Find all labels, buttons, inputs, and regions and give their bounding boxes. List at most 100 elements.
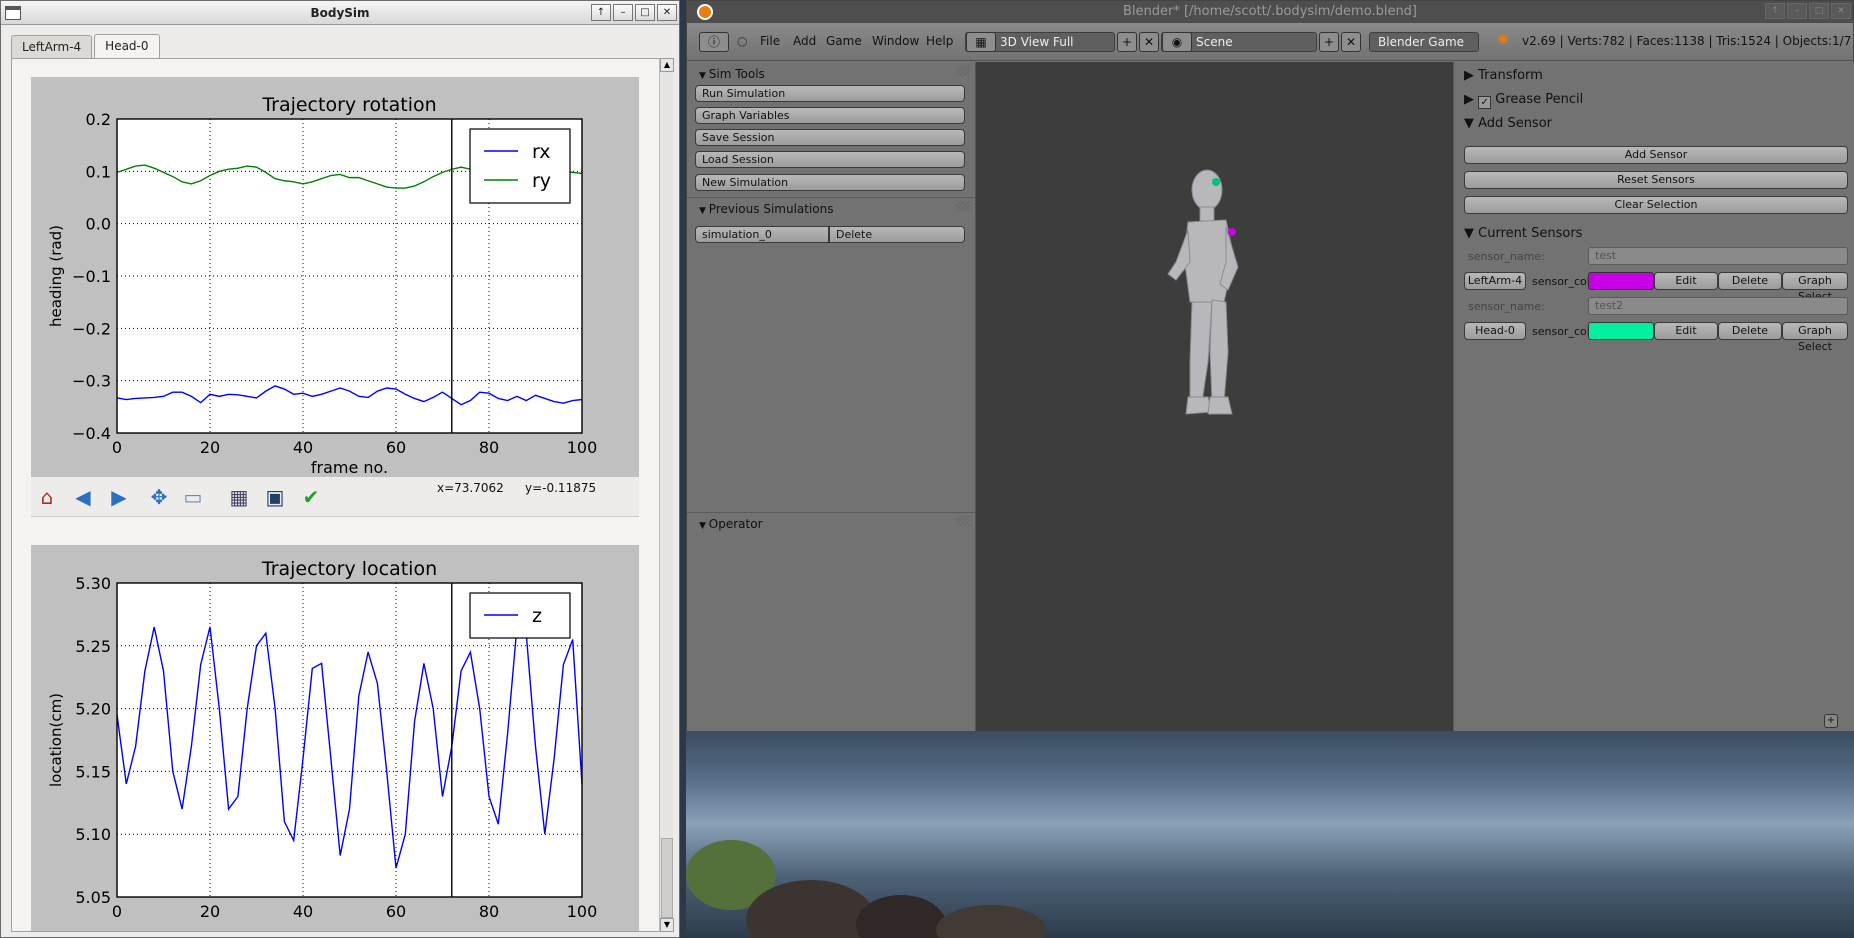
minimize-icon[interactable]: –	[613, 4, 633, 21]
save-icon[interactable]: ▣	[263, 485, 287, 509]
arm-sensor-marker[interactable]	[1228, 228, 1236, 236]
new-simulation-button[interactable]: New Simulation	[695, 174, 965, 191]
zoom-icon[interactable]: ▭	[181, 485, 205, 509]
transform-header[interactable]: ▶ Transform	[1464, 66, 1543, 86]
scene-stats: v2.69 | Verts:782 | Faces:1138 | Tris:15…	[1522, 34, 1852, 48]
human-model[interactable]	[976, 62, 1453, 731]
blender-close-icon[interactable]: ✕	[1831, 3, 1851, 19]
add-sensor-header[interactable]: ▼ Add Sensor	[1464, 114, 1552, 134]
x-tick-label: 80	[479, 438, 499, 457]
delete-simulation-button[interactable]: Delete	[829, 226, 965, 243]
panel-grip-icon[interactable]	[956, 201, 970, 211]
sensor-col-label: sensor_col	[1532, 325, 1590, 338]
legend-label-z: z	[532, 605, 542, 627]
sensor-delete-button[interactable]: Delete	[1718, 322, 1782, 340]
maximize-icon[interactable]: □	[635, 4, 655, 21]
3d-viewport[interactable]	[976, 62, 1453, 731]
blender-window: Blender* [/home/scott/.bodysim/demo.blen…	[686, 0, 1854, 731]
scene-icon[interactable]: ◉	[1162, 32, 1192, 52]
sensor-edit-button[interactable]: Edit	[1654, 322, 1718, 340]
clear-selection-button[interactable]: Clear Selection	[1464, 196, 1848, 214]
remove-layout-icon[interactable]: ✕	[1139, 32, 1159, 52]
sensor-edit-button[interactable]: Edit	[1654, 272, 1718, 290]
menu-add[interactable]: Add	[793, 34, 816, 48]
sensor-name-label: sensor_name:	[1468, 250, 1545, 263]
add-scene-icon[interactable]: +	[1319, 32, 1339, 52]
x-tick-label: 0	[112, 902, 122, 921]
simulation-0-button[interactable]: simulation_0	[695, 226, 829, 243]
chart-title: Trajectory rotation	[261, 94, 436, 116]
panel-add-icon[interactable]: +	[1824, 714, 1838, 728]
engine-select[interactable]: Blender Game	[1369, 32, 1479, 52]
panel-grip-icon[interactable]	[956, 66, 970, 76]
operator-header[interactable]: Operator	[687, 514, 976, 534]
graph-variables-button[interactable]: Graph Variables	[695, 107, 965, 124]
grease-pencil-header[interactable]: ▶ ✓ Grease Pencil	[1464, 90, 1583, 110]
menu-window[interactable]: Window	[872, 34, 919, 48]
x-coord-readout: x=73.7062	[437, 481, 504, 495]
sensor-name-field[interactable]: test	[1588, 247, 1848, 265]
screen-layout-icon[interactable]: ▦	[966, 32, 996, 52]
current-sensors-header[interactable]: ▼ Current Sensors	[1464, 224, 1582, 244]
load-session-button[interactable]: Load Session	[695, 151, 965, 168]
pan-icon[interactable]: ✥	[147, 485, 171, 509]
menu-game[interactable]: Game	[826, 34, 862, 48]
properties-panel: ▶ Transform ▶ ✓ Grease Pencil ▼ Add Sens…	[1453, 62, 1854, 731]
panel-grip-icon[interactable]	[956, 516, 970, 526]
x-tick-label: 0	[112, 438, 122, 457]
sensor-color-swatch[interactable]	[1588, 272, 1654, 290]
reset-sensors-button[interactable]: Reset Sensors	[1464, 171, 1848, 189]
scroll-up-icon[interactable]: ▲	[660, 58, 674, 72]
menu-file[interactable]: File	[760, 34, 780, 48]
save-session-button[interactable]: Save Session	[695, 129, 965, 146]
subplots-icon[interactable]: ▦	[227, 485, 251, 509]
add-sensor-button[interactable]: Add Sensor	[1464, 146, 1848, 164]
head-sensor-marker[interactable]	[1212, 178, 1220, 186]
tab-head-0[interactable]: Head-0	[94, 34, 160, 58]
bodysim-titlebar[interactable]: BodySim ↑ – □ ✕	[1, 1, 679, 25]
menu-help[interactable]: Help	[926, 34, 953, 48]
sensor-bone-button[interactable]: LeftArm-4	[1464, 272, 1526, 290]
tab-leftarm-4[interactable]: LeftArm-4	[11, 35, 93, 58]
checkmark-icon[interactable]: ✔	[299, 485, 323, 509]
forward-icon[interactable]: ▶	[107, 485, 131, 509]
x-tick-label: 60	[386, 902, 406, 921]
editor-type-icon[interactable]: ⓘ	[699, 32, 729, 52]
add-layout-icon[interactable]: +	[1117, 32, 1137, 52]
blender-title: Blender* [/home/scott/.bodysim/demo.blen…	[1122, 4, 1418, 19]
legend-label-rx: rx	[532, 141, 551, 163]
vertical-scrollbar[interactable]: ▲ ▼	[659, 58, 674, 932]
scroll-down-icon[interactable]: ▼	[660, 918, 674, 932]
y-tick-label: −0.2	[72, 319, 111, 338]
sensor-color-swatch[interactable]	[1588, 322, 1654, 340]
y-axis-label: location(cm)	[47, 693, 65, 787]
y-tick-label: −0.3	[72, 372, 111, 391]
blender-maximize-icon[interactable]: □	[1809, 3, 1829, 19]
previous-simulations-header[interactable]: Previous Simulations	[687, 199, 976, 219]
raise-icon[interactable]: ↑	[591, 4, 611, 21]
close-icon[interactable]: ✕	[657, 4, 677, 21]
back-icon[interactable]: ◀	[71, 485, 95, 509]
sensor-delete-button[interactable]: Delete	[1718, 272, 1782, 290]
run-simulation-button[interactable]: Run Simulation	[695, 85, 965, 102]
blender-minimize-icon[interactable]: –	[1787, 3, 1807, 19]
home-icon[interactable]: ⌂	[35, 485, 59, 509]
location-chart: 0 20 40 60 80 100 5.30 5.25 5.20 5.15 5.10 5.05 Traj…	[47, 558, 597, 921]
y-coord-readout: y=-0.11875	[525, 481, 597, 495]
y-tick-label: −0.1	[72, 267, 111, 286]
tab-panel: 0 20 40 60 80 100 0.2 0.1 0.0 −0.1 −0.2 −0.3 −0.4 Tra…	[11, 58, 673, 932]
grease-pencil-checkbox[interactable]: ✓	[1478, 96, 1492, 109]
sensor-graph-select-button[interactable]: Graph Select	[1782, 272, 1848, 303]
remove-scene-icon[interactable]: ✕	[1341, 32, 1361, 52]
scroll-thumb[interactable]	[661, 838, 673, 918]
sensor-bone-button[interactable]: Head-0	[1464, 322, 1526, 340]
blender-raise-icon[interactable]: ↑	[1765, 3, 1785, 19]
blender-titlebar[interactable]: Blender* [/home/scott/.bodysim/demo.blen…	[687, 1, 1853, 23]
sensor-name-field[interactable]: test2	[1588, 297, 1848, 315]
y-tick-label: 5.10	[75, 825, 111, 844]
sim-tools-header[interactable]: Sim Tools	[687, 64, 976, 84]
sensor-graph-select-button[interactable]: Graph Select	[1782, 322, 1848, 353]
x-tick-label: 20	[200, 902, 220, 921]
sensor-name-label: sensor_name:	[1468, 300, 1545, 313]
collapse-menu-icon[interactable]: ○	[737, 34, 747, 48]
